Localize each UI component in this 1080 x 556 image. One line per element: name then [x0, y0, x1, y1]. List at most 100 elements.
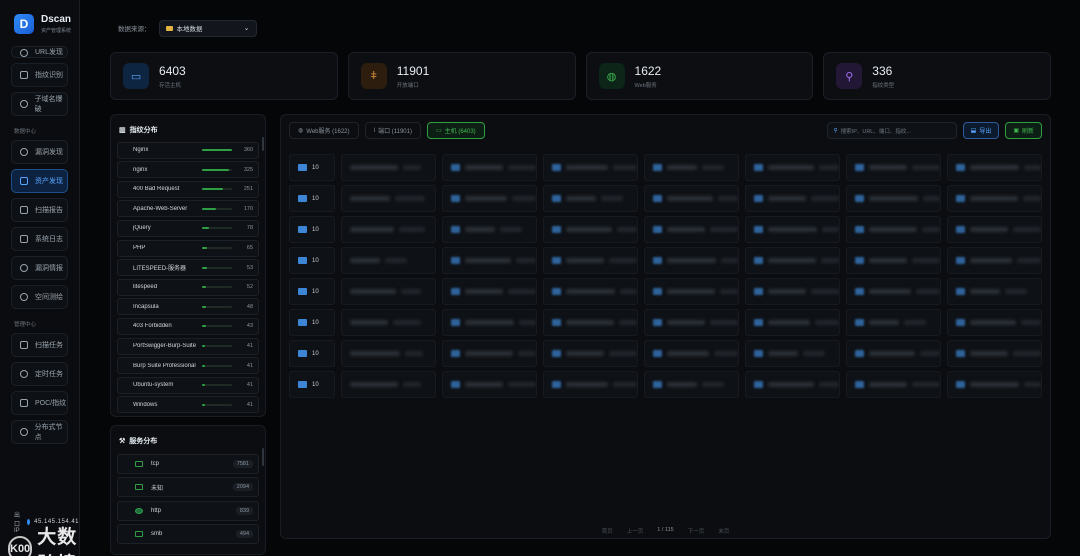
table-cell[interactable]: [947, 216, 1043, 243]
table-cell[interactable]: [947, 247, 1043, 274]
table-cell-host[interactable]: 10: [289, 340, 336, 367]
table-cell[interactable]: [341, 278, 437, 305]
table-cell[interactable]: [644, 154, 740, 181]
table-cell-host[interactable]: 10: [289, 247, 336, 274]
tab-web[interactable]: ◍ Web服务 (1622): [289, 122, 359, 139]
table-cell[interactable]: [745, 278, 841, 305]
fingerprint-row[interactable]: PHP 65: [117, 239, 260, 257]
table-cell[interactable]: [947, 154, 1043, 181]
service-row[interactable]: http 839: [117, 500, 260, 521]
service-row[interactable]: tcp 7581: [117, 453, 260, 474]
table-cell[interactable]: [846, 247, 942, 274]
table-cell-host[interactable]: 10: [289, 309, 336, 336]
table-cell[interactable]: [644, 371, 740, 398]
table-cell[interactable]: [644, 340, 740, 367]
sidebar-item-nodes[interactable]: 分布式节点: [11, 420, 69, 444]
table-cell[interactable]: [846, 216, 942, 243]
table-cell[interactable]: [543, 371, 639, 398]
table-cell[interactable]: [543, 340, 639, 367]
sidebar-item-mapping[interactable]: 空间测绘: [11, 285, 69, 309]
sidebar-item-cron[interactable]: 定时任务: [11, 362, 69, 386]
table-cell-host[interactable]: 10: [289, 154, 336, 181]
fingerprint-row[interactable]: jQuery 78: [117, 219, 260, 237]
fingerprint-row[interactable]: LITESPEED-服务器 53: [117, 259, 260, 277]
table-cell[interactable]: [442, 247, 538, 274]
tab-ports[interactable]: ǀ 端口 (11901): [364, 122, 421, 139]
table-cell[interactable]: [947, 371, 1043, 398]
fingerprint-row[interactable]: Apache-Web-Server 170: [117, 200, 260, 218]
fingerprint-row[interactable]: nginx 325: [117, 161, 260, 179]
table-cell[interactable]: [846, 185, 942, 212]
table-cell[interactable]: [644, 216, 740, 243]
table-cell[interactable]: [341, 340, 437, 367]
table-cell[interactable]: [341, 154, 437, 181]
table-cell[interactable]: [846, 278, 942, 305]
table-cell[interactable]: [543, 154, 639, 181]
table-cell[interactable]: [442, 154, 538, 181]
sidebar-item-scan-task[interactable]: 扫描任务: [11, 333, 69, 357]
pager-next[interactable]: 下一页: [688, 527, 705, 535]
pager-last[interactable]: 末页: [718, 527, 729, 535]
table-cell[interactable]: [947, 340, 1043, 367]
source-select[interactable]: 本地数据 ⌄: [158, 19, 257, 37]
table-cell[interactable]: [442, 309, 538, 336]
table-cell[interactable]: [846, 154, 942, 181]
table-cell[interactable]: [341, 309, 437, 336]
fingerprint-row[interactable]: Ubuntu-system 41: [117, 376, 260, 394]
table-cell[interactable]: [947, 278, 1043, 305]
pager-first[interactable]: 首页: [602, 527, 613, 535]
refresh-button[interactable]: ▣ 刷新: [1005, 122, 1043, 139]
fingerprint-row[interactable]: PortSwigger-Burp-Suite 41: [117, 337, 260, 355]
fingerprint-row[interactable]: Burp Suite Professional 41: [117, 357, 260, 375]
sidebar-item-report[interactable]: 扫描报告: [11, 198, 69, 222]
sidebar-item-poc[interactable]: POC/指纹: [11, 391, 69, 415]
pager-prev[interactable]: 上一页: [627, 527, 644, 535]
search-input[interactable]: ⚲ 搜索IP、URL、端口、指纹...: [826, 122, 957, 139]
fingerprint-row[interactable]: Incapsula 48: [117, 298, 260, 316]
table-cell[interactable]: [947, 309, 1043, 336]
table-cell[interactable]: [745, 247, 841, 274]
table-cell[interactable]: [846, 340, 942, 367]
table-cell[interactable]: [745, 216, 841, 243]
sidebar-item-fingerprint[interactable]: 指纹识别: [11, 63, 69, 87]
table-cell[interactable]: [341, 185, 437, 212]
table-cell[interactable]: [745, 185, 841, 212]
table-cell[interactable]: [543, 216, 639, 243]
table-cell[interactable]: [543, 247, 639, 274]
export-button[interactable]: ⬓ 导出: [962, 122, 1000, 139]
table-cell-host[interactable]: 10: [289, 371, 336, 398]
sidebar-item-assets[interactable]: 资产发现: [11, 169, 69, 193]
table-cell[interactable]: [846, 371, 942, 398]
table-cell-host[interactable]: 10: [289, 278, 336, 305]
table-cell[interactable]: [644, 185, 740, 212]
table-cell[interactable]: [442, 185, 538, 212]
scrollbar[interactable]: [262, 448, 265, 466]
fingerprint-row[interactable]: 403 Forbidden 43: [117, 317, 260, 335]
scrollbar[interactable]: [262, 137, 265, 151]
fingerprint-row[interactable]: Windows 41: [117, 396, 260, 414]
fingerprint-row[interactable]: 400 Bad Request 251: [117, 180, 260, 198]
table-cell[interactable]: [745, 309, 841, 336]
service-row[interactable]: 未知 2094: [117, 477, 260, 497]
table-cell[interactable]: [341, 247, 437, 274]
sidebar-item-intel[interactable]: 漏洞情报: [11, 256, 69, 280]
table-cell[interactable]: [644, 309, 740, 336]
tab-hosts[interactable]: ▭ 主机 (6403): [426, 122, 485, 139]
service-row[interactable]: smb 494: [117, 524, 260, 544]
fingerprint-row[interactable]: Nginx 360: [117, 141, 260, 159]
table-cell[interactable]: [341, 216, 437, 243]
table-cell[interactable]: [442, 278, 538, 305]
sidebar-item-vuln[interactable]: 漏洞发现: [11, 140, 69, 164]
fingerprint-row[interactable]: litespeed 52: [117, 278, 260, 296]
table-cell[interactable]: [543, 185, 639, 212]
table-cell[interactable]: [745, 154, 841, 181]
sidebar-item-logs[interactable]: 系统日志: [11, 227, 69, 251]
table-cell[interactable]: [846, 309, 942, 336]
table-cell[interactable]: [442, 340, 538, 367]
table-cell[interactable]: [947, 185, 1043, 212]
sidebar-item-subdomain[interactable]: 子域名爆破: [11, 92, 69, 116]
table-cell[interactable]: [442, 371, 538, 398]
table-cell-host[interactable]: 10: [289, 185, 336, 212]
table-cell[interactable]: [442, 216, 538, 243]
table-cell[interactable]: [341, 371, 437, 398]
